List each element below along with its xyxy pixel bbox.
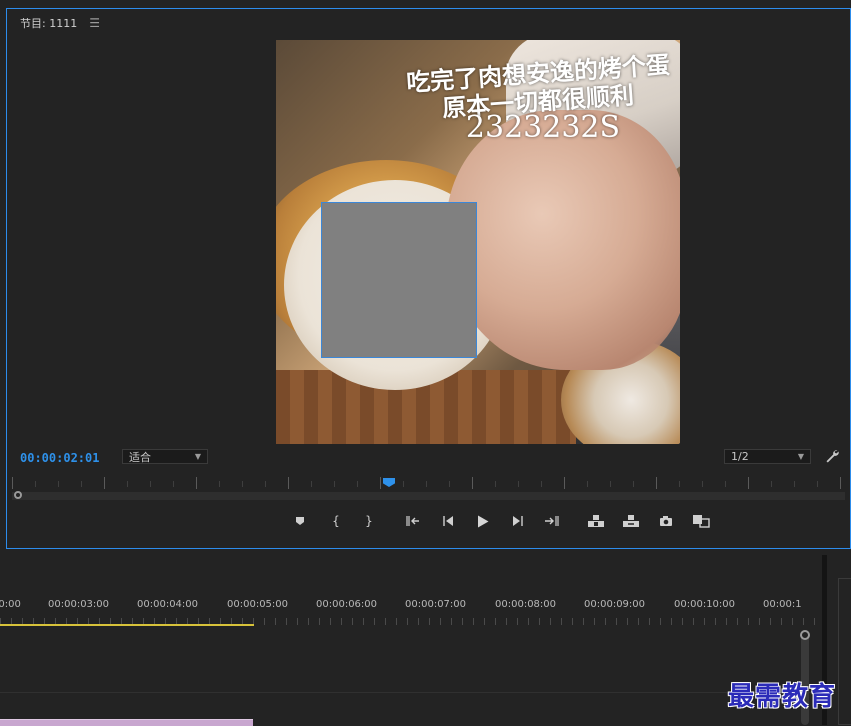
zoom-fit-select[interactable]: 适合 ▼ [122,449,208,464]
add-marker-icon[interactable] [291,512,309,530]
timeline-time-label: 00:00:07:00 [405,599,467,610]
go-to-in-icon[interactable] [405,512,423,530]
hamburger-menu-icon[interactable]: ☰ [89,16,100,30]
go-to-out-icon[interactable] [543,512,561,530]
play-icon[interactable] [474,512,492,530]
monitor-ruler-ticks [12,477,845,489]
timeline-time-label: 00:00:10:00 [674,599,736,610]
wrench-settings-icon[interactable] [824,448,840,464]
chevron-down-icon: ▼ [797,452,804,461]
mark-out-icon[interactable]: } [360,512,378,530]
timeline-time-label: 00:00:1 [763,599,802,610]
lift-icon[interactable] [587,512,605,530]
timeline-panel [0,551,851,725]
timeline-time-label: 00:00:08:00 [495,599,557,610]
scrollbar-handle[interactable] [800,630,810,640]
track-divider [0,692,815,693]
export-frame-camera-icon[interactable] [657,512,675,530]
work-area-bar[interactable] [0,624,254,626]
timeline-time-label: 00:00:09:00 [584,599,646,610]
zoom-fit-label: 适合 [129,450,151,464]
timeline-time-label: 00:00:05:00 [227,599,289,610]
monitor-scrub-bar[interactable] [12,492,845,500]
chevron-down-icon: ▼ [194,452,201,461]
program-tab[interactable]: 节目: 1111 ☰ [20,15,100,31]
extract-icon[interactable] [622,512,640,530]
timeline-time-label: 00:00 [0,599,21,610]
step-back-icon[interactable] [439,512,457,530]
current-timecode[interactable]: 00:00:02:01 [20,451,99,465]
watermark-logo: 最需教育 [728,682,837,712]
transport-controls: { } [0,512,851,530]
playback-resolution-label: 1/2 [731,450,749,463]
video-preview[interactable]: 吃完了肉想安逸的烤个蛋 原本一切都很顺利 2323232S [276,40,680,444]
timeline-time-label: 00:00:06:00 [316,599,378,610]
hand-bg [446,110,680,370]
scrub-handle[interactable] [14,491,22,499]
comparison-view-icon[interactable] [692,512,710,530]
timeline-time-label: 00:00:03:00 [48,599,110,610]
mosaic-mask-box[interactable] [321,202,477,358]
playback-resolution-select[interactable]: 1/2 ▼ [724,449,811,464]
caption-line-3: 2323232S [465,110,621,145]
step-forward-icon[interactable] [509,512,527,530]
program-tab-title[interactable]: 节目: 1111 [20,15,77,31]
mark-in-icon[interactable]: { [327,512,345,530]
audio-meter-panel [838,578,851,725]
timeline-time-label: 00:00:04:00 [137,599,199,610]
